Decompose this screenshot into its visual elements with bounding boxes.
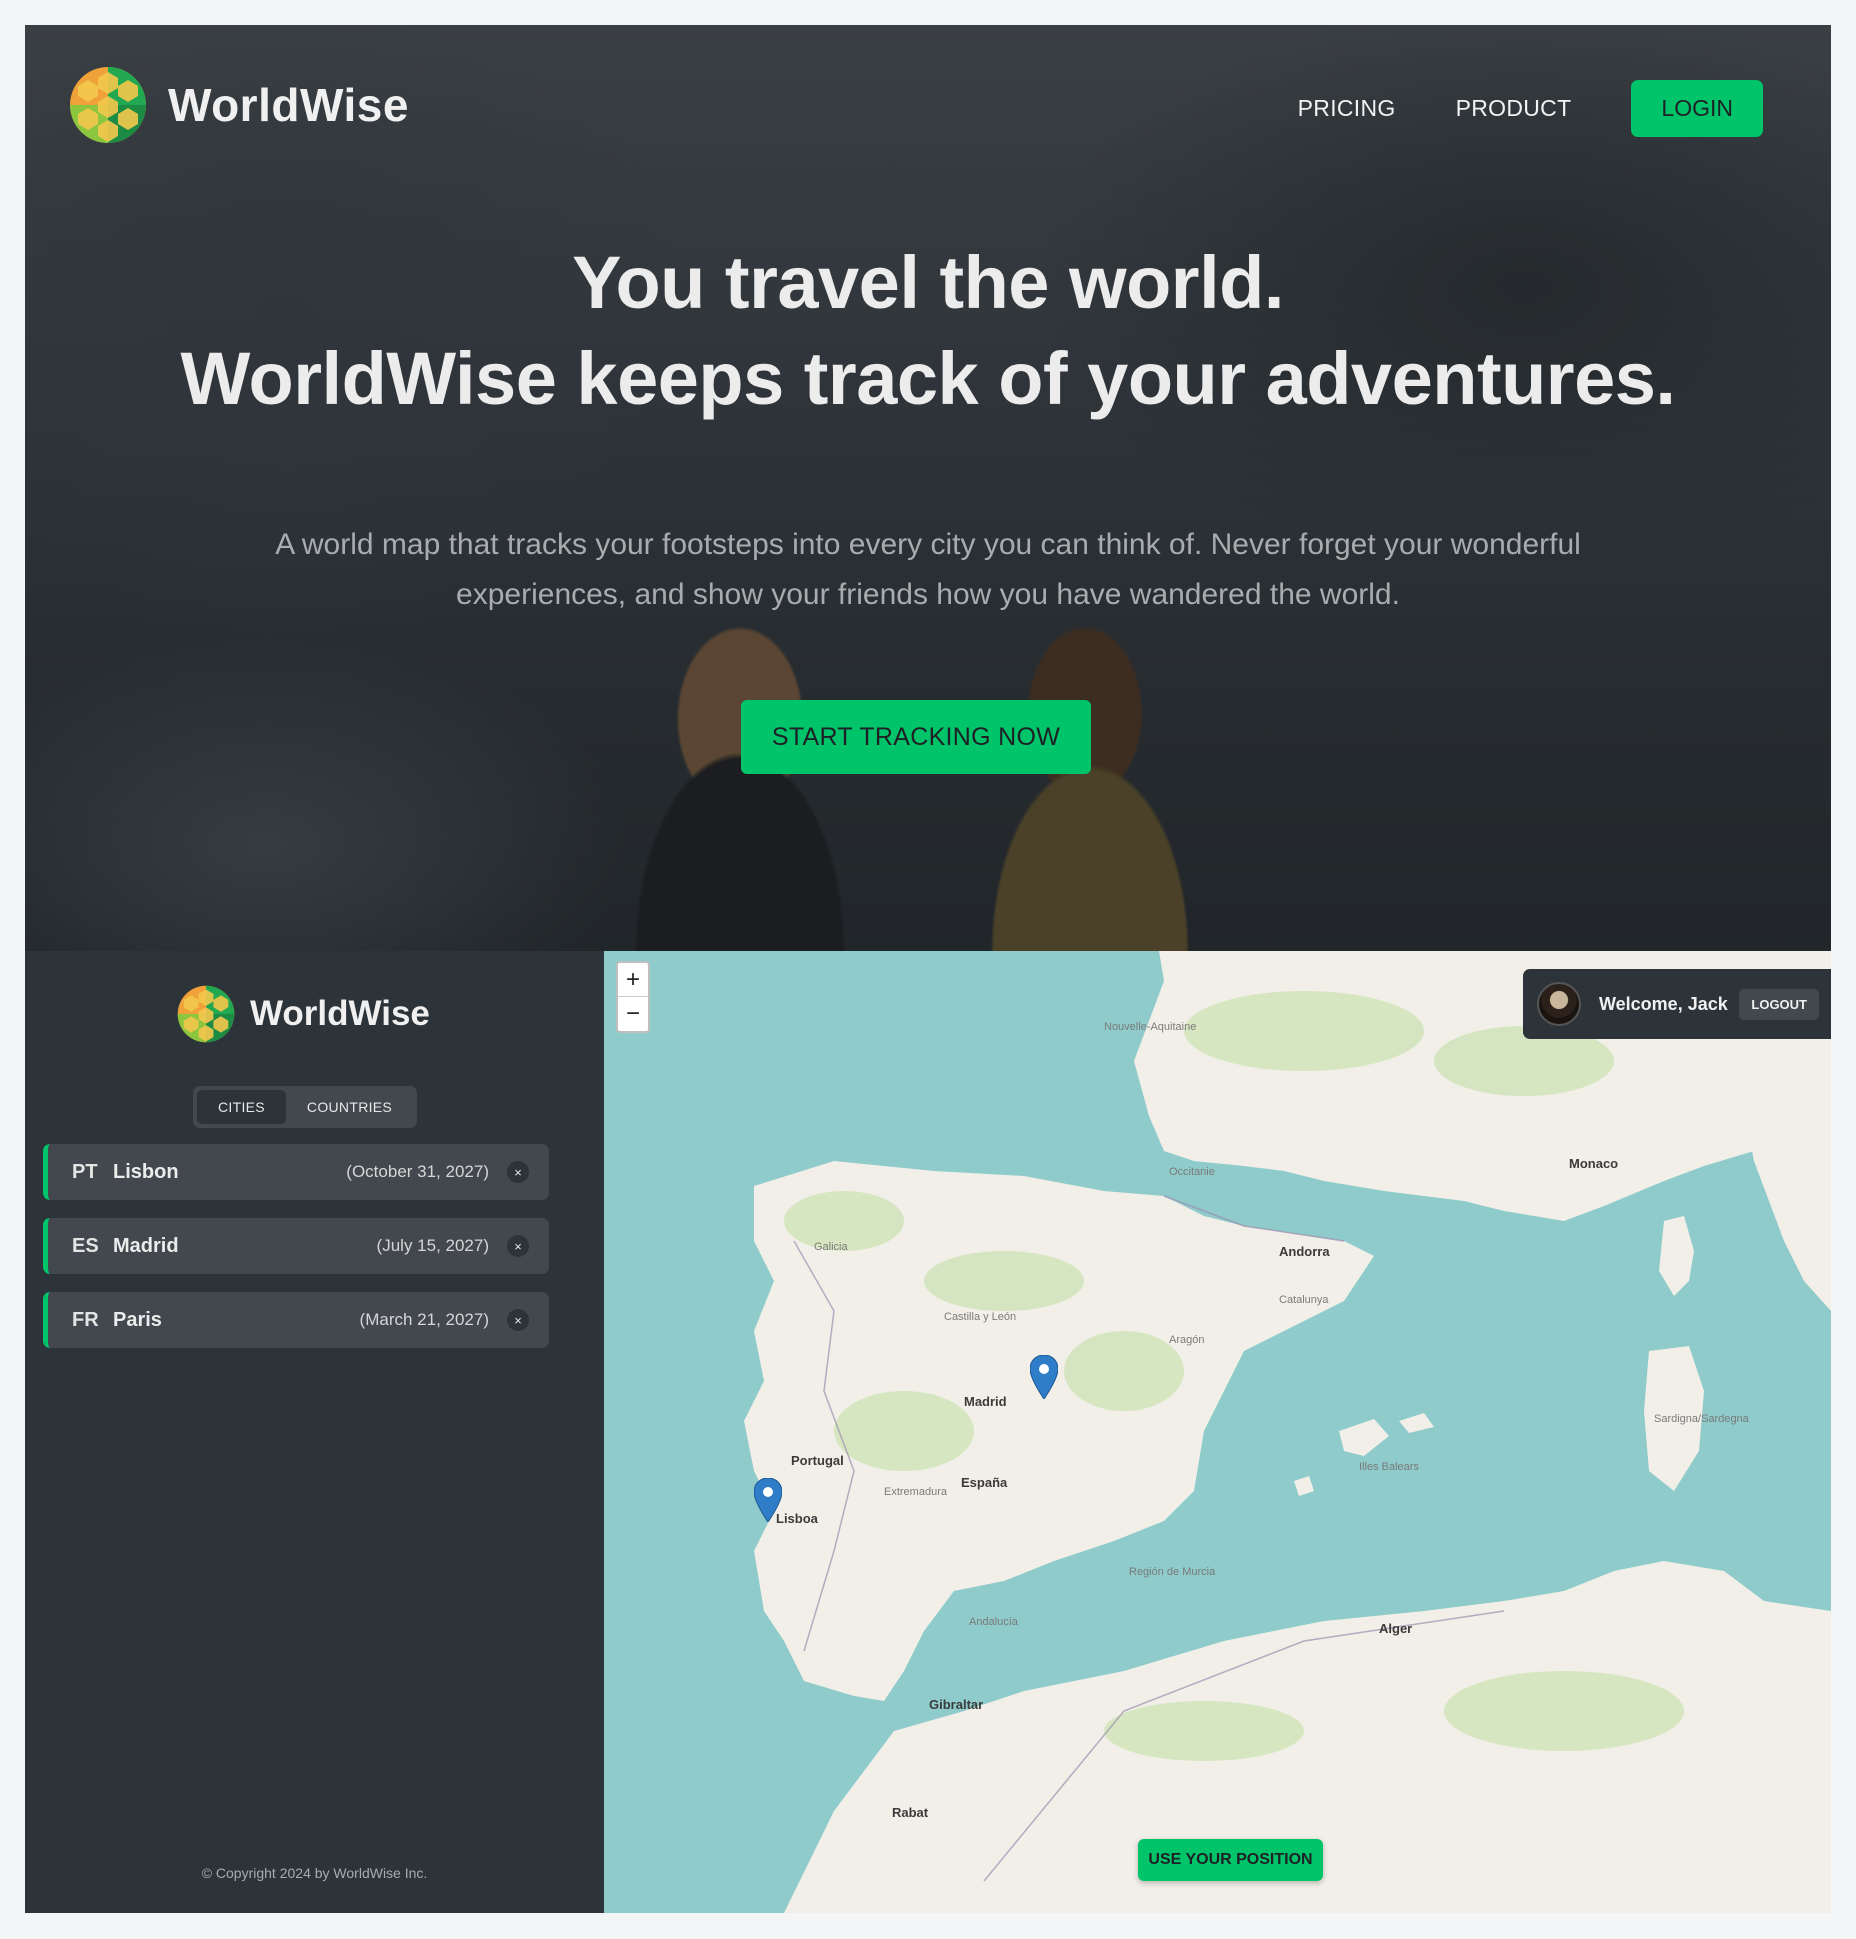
- worldwise-logo-icon: [70, 67, 146, 143]
- hero-background-figures: [25, 25, 1831, 951]
- map-label-extremadura: Extremadura: [884, 1486, 947, 1498]
- map-label-andalucia: Andalucía: [969, 1616, 1018, 1628]
- app-layout: WorldWise CITIES COUNTRIES PT Lisbon (Oc…: [25, 951, 1831, 1913]
- map-container[interactable]: + − Welcome, Jack LOGOUT Nouvelle-Aquita…: [604, 951, 1831, 1913]
- hero-brand-name: WorldWise: [168, 79, 409, 131]
- welcome-text: Welcome, Jack: [1599, 993, 1728, 1014]
- delete-city-button[interactable]: ×: [507, 1161, 529, 1183]
- city-name: Madrid: [113, 1234, 179, 1257]
- logout-button[interactable]: LOGOUT: [1739, 988, 1819, 1020]
- map-label-portugal: Portugal: [791, 1453, 844, 1468]
- map-label-lisboa: Lisboa: [776, 1511, 818, 1526]
- map-label-aragon: Aragón: [1169, 1334, 1205, 1346]
- map-label-madrid: Madrid: [964, 1394, 1007, 1409]
- city-item-lisbon[interactable]: PT Lisbon (October 31, 2027) ×: [43, 1144, 549, 1200]
- delete-city-button[interactable]: ×: [507, 1309, 529, 1331]
- delete-city-button[interactable]: ×: [507, 1235, 529, 1257]
- login-button[interactable]: LOGIN: [1631, 80, 1763, 137]
- hero-logo[interactable]: WorldWise: [68, 62, 409, 148]
- map-label-castilla: Castilla y León: [944, 1311, 1017, 1323]
- map-label-alger: Alger: [1379, 1621, 1413, 1636]
- tab-countries[interactable]: COUNTRIES: [286, 1090, 413, 1124]
- figure-body-left: [570, 621, 910, 951]
- map-label-monaco: Monaco: [1569, 1156, 1619, 1171]
- country-code: ES: [72, 1234, 99, 1257]
- map-label-rabat: Rabat: [892, 1805, 929, 1820]
- zoom-out-button[interactable]: −: [618, 997, 648, 1031]
- map-label-occitanie: Occitanie: [1169, 1166, 1215, 1178]
- city-item-madrid[interactable]: ES Madrid (July 15, 2027) ×: [43, 1218, 549, 1274]
- hero-title-line2: WorldWise keeps track of your adventures…: [180, 337, 1676, 420]
- map-label-murcia: Región de Murcia: [1129, 1566, 1216, 1578]
- user-panel: Welcome, Jack LOGOUT: [1523, 969, 1831, 1039]
- city-list: PT Lisbon (October 31, 2027) × ES Madrid…: [43, 1144, 549, 1366]
- sidebar-brand-name: WorldWise: [250, 994, 430, 1033]
- start-tracking-button[interactable]: START TRACKING NOW: [741, 700, 1091, 774]
- country-code: FR: [72, 1308, 99, 1331]
- zoom-control: + −: [616, 961, 650, 1033]
- city-name: Lisbon: [113, 1160, 179, 1183]
- hero-nav: PRICING PRODUCT LOGIN: [1298, 80, 1763, 137]
- hero-title-line1: You travel the world.: [572, 241, 1284, 324]
- map-tiles: [744, 951, 1831, 1913]
- city-date: (March 21, 2027): [359, 1310, 489, 1329]
- hero-title: You travel the world. WorldWise keeps tr…: [25, 235, 1831, 427]
- nav-pricing-link[interactable]: PRICING: [1298, 95, 1396, 122]
- map-label-catalunya: Catalunya: [1279, 1294, 1329, 1306]
- sidebar-logo[interactable]: WorldWise: [176, 982, 430, 1046]
- map-label-illes: Illes Balears: [1359, 1461, 1419, 1473]
- figure-body-right: [925, 631, 1255, 951]
- worldwise-logo-icon: [177, 985, 235, 1043]
- map-label-galicia: Galicia: [814, 1241, 848, 1253]
- map-label-gibraltar: Gibraltar: [929, 1697, 984, 1712]
- hero-section: WorldWise PRICING PRODUCT LOGIN You trav…: [25, 25, 1831, 951]
- sidebar: WorldWise CITIES COUNTRIES PT Lisbon (Oc…: [25, 951, 604, 1913]
- city-name: Paris: [113, 1308, 162, 1331]
- avatar: [1537, 982, 1581, 1026]
- city-date: (July 15, 2027): [376, 1236, 489, 1255]
- map-label-nouvelle: Nouvelle-Aquitaine: [1104, 1021, 1197, 1033]
- map-label-sardegna: Sardigna/Sardegna: [1654, 1413, 1749, 1425]
- map-marker-lisbon-icon[interactable]: [754, 1478, 782, 1522]
- sidebar-tabs: CITIES COUNTRIES: [193, 1086, 418, 1128]
- city-item-paris[interactable]: FR Paris (March 21, 2027) ×: [43, 1292, 549, 1348]
- country-code: PT: [72, 1160, 98, 1183]
- zoom-in-button[interactable]: +: [618, 963, 648, 997]
- map-marker-madrid-icon[interactable]: [1030, 1355, 1058, 1399]
- copyright: © Copyright 2024 by WorldWise Inc.: [201, 1865, 428, 1881]
- city-date: (October 31, 2027): [346, 1162, 489, 1181]
- nav-product-link[interactable]: PRODUCT: [1456, 95, 1572, 122]
- tab-cities[interactable]: CITIES: [197, 1090, 286, 1124]
- map-label-andorra: Andorra: [1279, 1244, 1330, 1259]
- hero-subtitle: A world map that tracks your footsteps i…: [275, 528, 1581, 611]
- use-position-button[interactable]: USE YOUR POSITION: [1138, 1839, 1323, 1881]
- map-label-espana: España: [961, 1475, 1008, 1490]
